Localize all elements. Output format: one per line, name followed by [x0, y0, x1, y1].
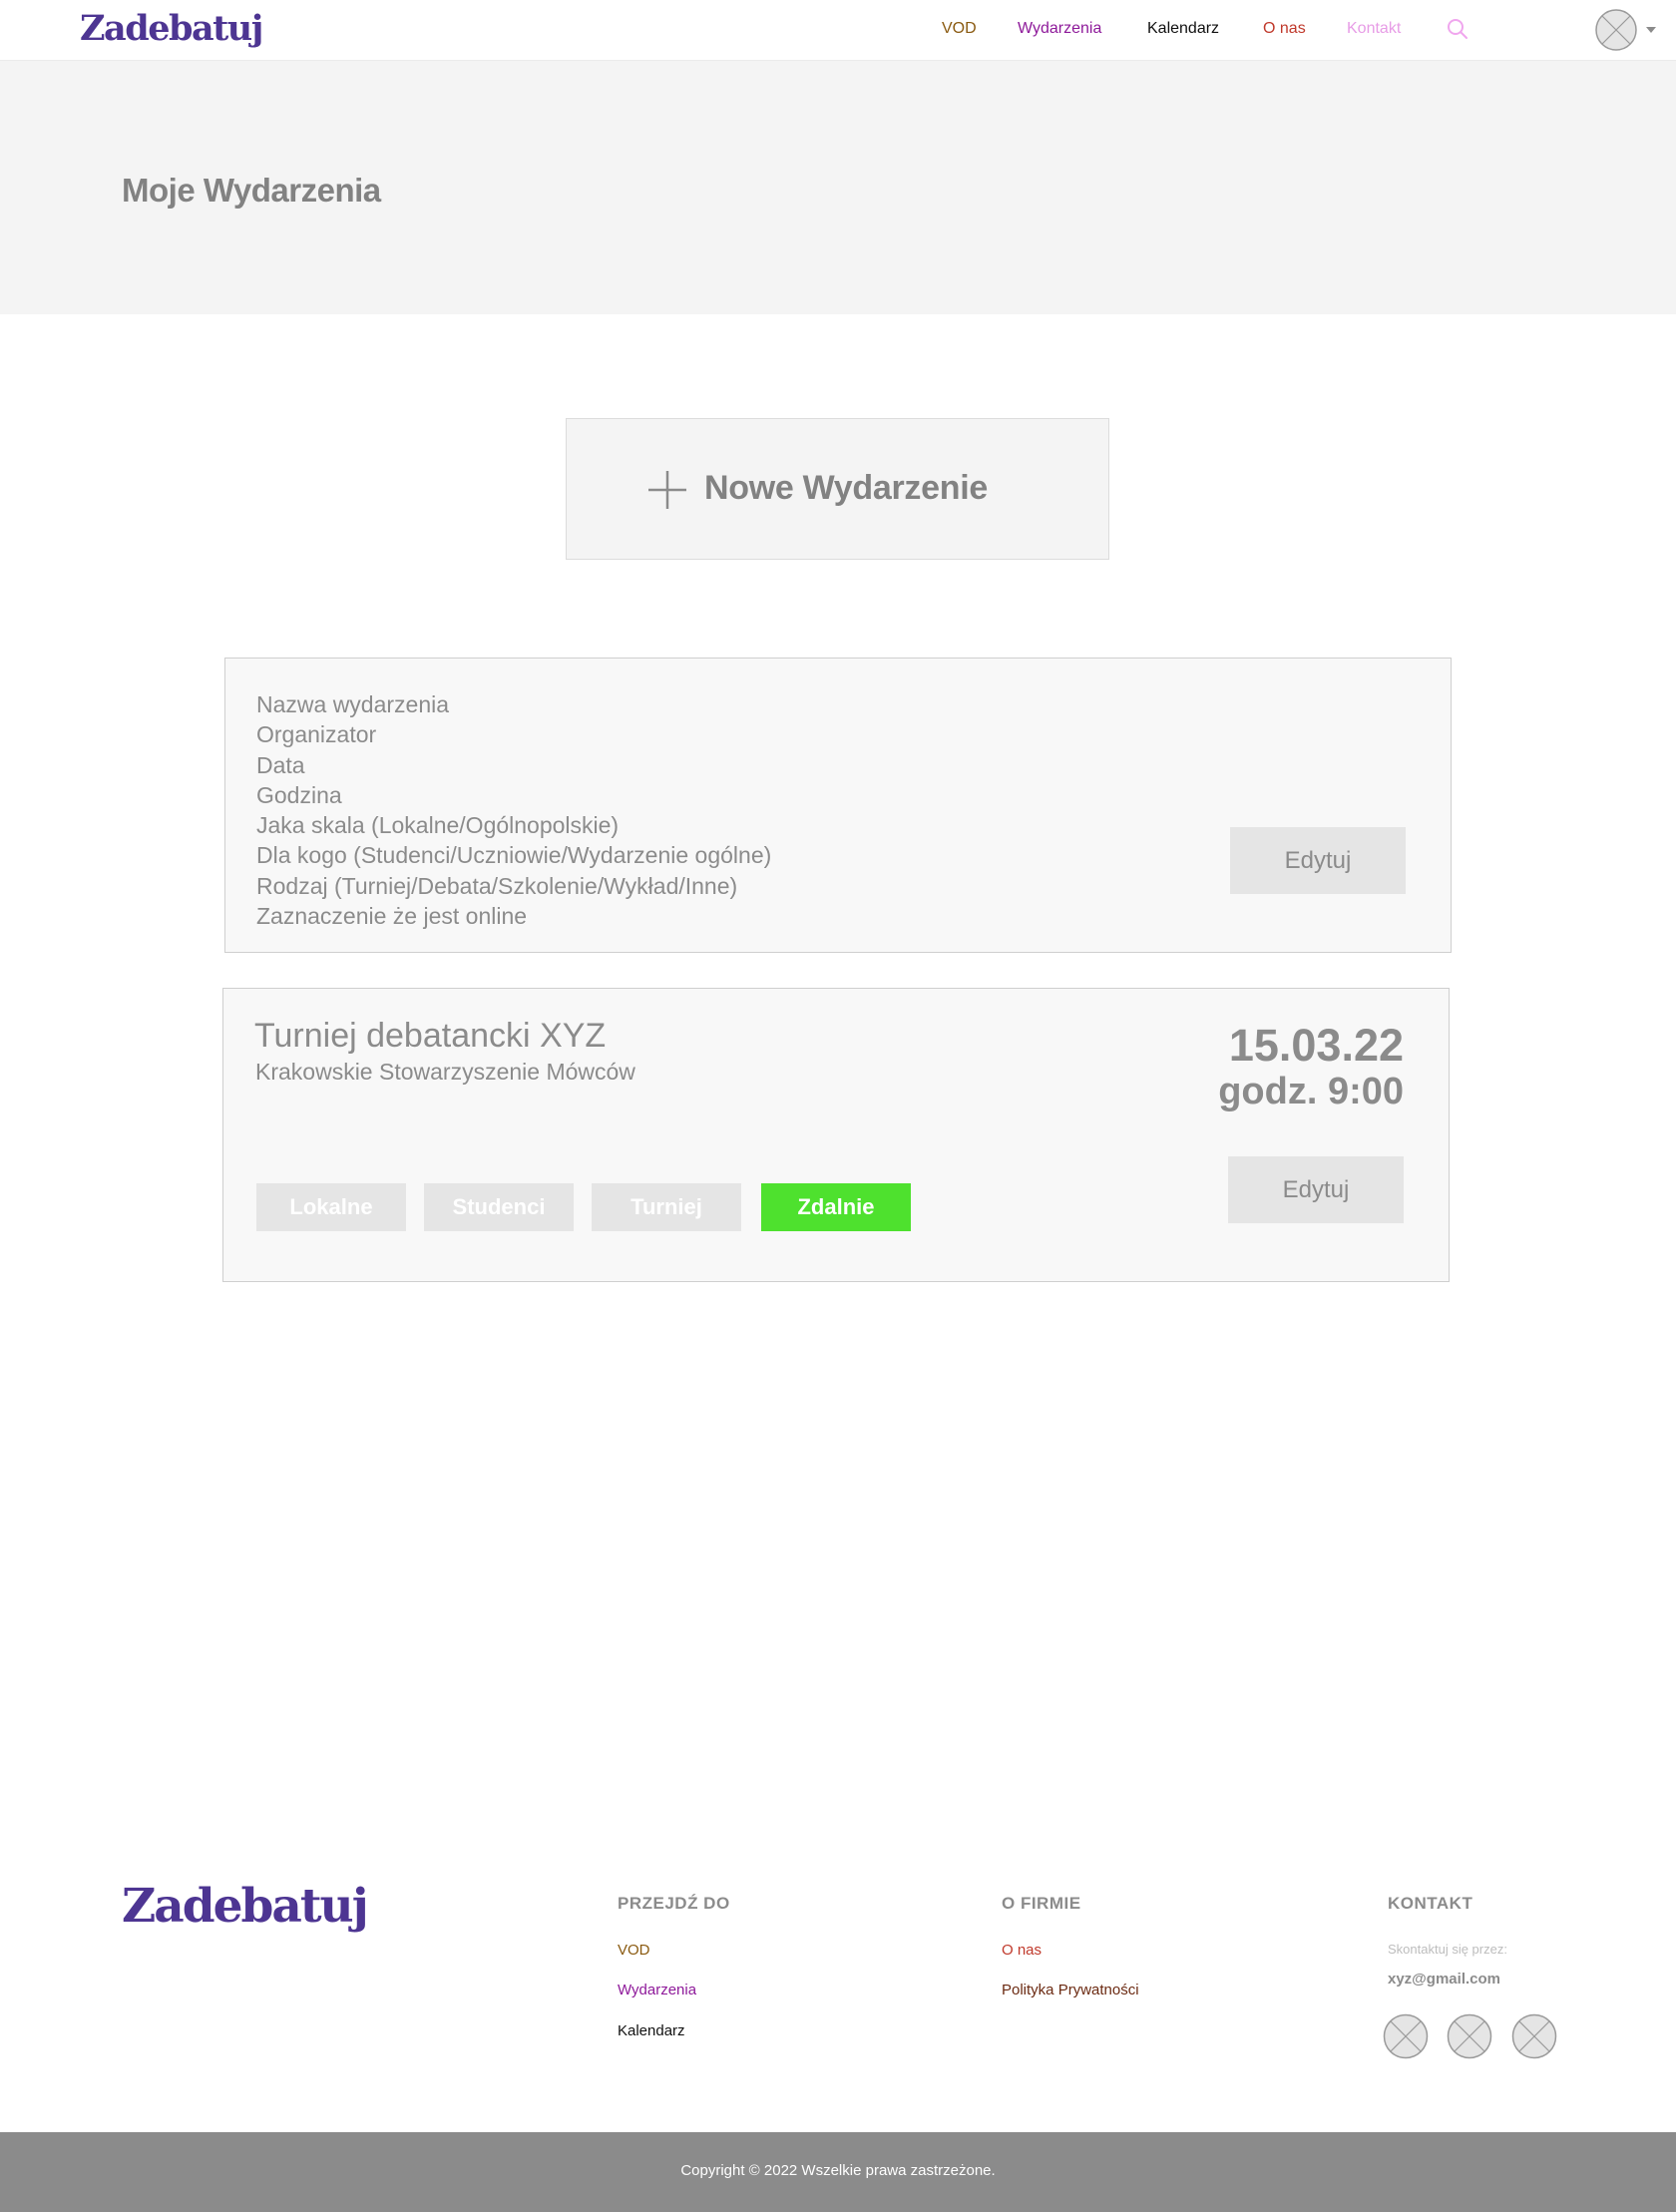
- footer-logo[interactable]: Zadebatuj: [122, 1876, 369, 1938]
- event-name: Turniej debatancki XYZ: [254, 1017, 607, 1055]
- footer-link-o-nas[interactable]: O nas: [1002, 1941, 1042, 1961]
- nav-link-kontakt[interactable]: Kontakt: [1347, 18, 1401, 40]
- field-name: Nazwa wydarzenia: [256, 691, 450, 717]
- site-logo[interactable]: Zadebatuj: [80, 4, 263, 54]
- social-placeholder-icon[interactable]: [1447, 2013, 1492, 2059]
- field-scale: Jaka skala (Lokalne/Ogólnopolskie): [256, 812, 620, 839]
- event-field-list: Nazwa wydarzenia Organizator Data Godzin…: [256, 689, 771, 931]
- copyright-text: Copyright © 2022 Wszelkie prawa zastrzeż…: [680, 2162, 996, 2179]
- footer-heading-navigation: PRZEJDŹ DO: [618, 1894, 730, 1913]
- field-date: Data: [256, 751, 305, 778]
- tag-type[interactable]: Turniej: [592, 1183, 741, 1231]
- field-online: Zaznaczenie że jest online: [256, 903, 528, 930]
- event-date: 15.03.22: [1228, 1020, 1404, 1071]
- tag-audience[interactable]: Studenci: [424, 1183, 574, 1231]
- event-template-card: Nazwa wydarzenia Organizator Data Godzin…: [224, 658, 1452, 953]
- field-organizer: Organizator: [256, 721, 377, 748]
- new-event-button[interactable]: Nowe Wydarzenie: [566, 418, 1109, 560]
- footer-link-privacy-policy[interactable]: Polityka Prywatności: [1002, 1981, 1139, 2000]
- footer-heading-company: O FIRMIE: [1002, 1894, 1081, 1913]
- social-placeholder-icon[interactable]: [1383, 2013, 1429, 2059]
- tag-online[interactable]: Zdalnie: [761, 1183, 911, 1231]
- event-time: godz. 9:00: [1218, 1071, 1404, 1112]
- edit-button[interactable]: Edytuj: [1228, 1156, 1404, 1223]
- tag-scale[interactable]: Lokalne: [256, 1183, 406, 1231]
- social-placeholder-icon[interactable]: [1511, 2013, 1557, 2059]
- footer-heading-contact: KONTAKT: [1388, 1894, 1473, 1913]
- chevron-down-icon: [1646, 27, 1656, 33]
- event-card: Turniej debatancki XYZ Krakowskie Stowar…: [222, 988, 1450, 1282]
- footer-link-kalendarz[interactable]: Kalendarz: [618, 2021, 685, 2041]
- field-time: Godzina: [256, 781, 342, 808]
- nav-link-kalendarz[interactable]: Kalendarz: [1147, 18, 1219, 40]
- copyright-bar: Copyright © 2022 Wszelkie prawa zastrzeż…: [0, 2132, 1676, 2212]
- nav-link-vod[interactable]: VOD: [942, 18, 977, 40]
- field-type: Rodzaj (Turniej/Debata/Szkolenie/Wykład/…: [256, 872, 738, 899]
- page-title: Moje Wydarzenia: [122, 172, 381, 209]
- field-audience: Dla kogo (Studenci/Uczniowie/Wydarzenie …: [256, 842, 772, 869]
- search-icon[interactable]: [1446, 17, 1469, 41]
- nav-link-wydarzenia[interactable]: Wydarzenia: [1018, 18, 1101, 40]
- page-hero: Moje Wydarzenia: [0, 61, 1676, 314]
- contact-prompt: Skontaktuj się przez:: [1388, 1942, 1507, 1957]
- top-navigation-bar: Zadebatuj VOD Wydarzenia Kalendarz O nas…: [0, 0, 1676, 61]
- new-event-label: Nowe Wydarzenie: [704, 469, 988, 507]
- contact-email[interactable]: xyz@gmail.com: [1388, 1970, 1500, 1990]
- footer-link-wydarzenia[interactable]: Wydarzenia: [618, 1981, 696, 2000]
- event-organizer: Krakowskie Stowarzyszenie Mówców: [255, 1059, 635, 1085]
- user-menu[interactable]: [1595, 9, 1659, 51]
- footer-link-vod[interactable]: VOD: [618, 1941, 650, 1961]
- avatar-placeholder-icon: [1595, 9, 1637, 51]
- edit-button[interactable]: Edytuj: [1230, 827, 1406, 894]
- nav-link-o-nas[interactable]: O nas: [1263, 18, 1306, 40]
- plus-icon: [648, 471, 686, 509]
